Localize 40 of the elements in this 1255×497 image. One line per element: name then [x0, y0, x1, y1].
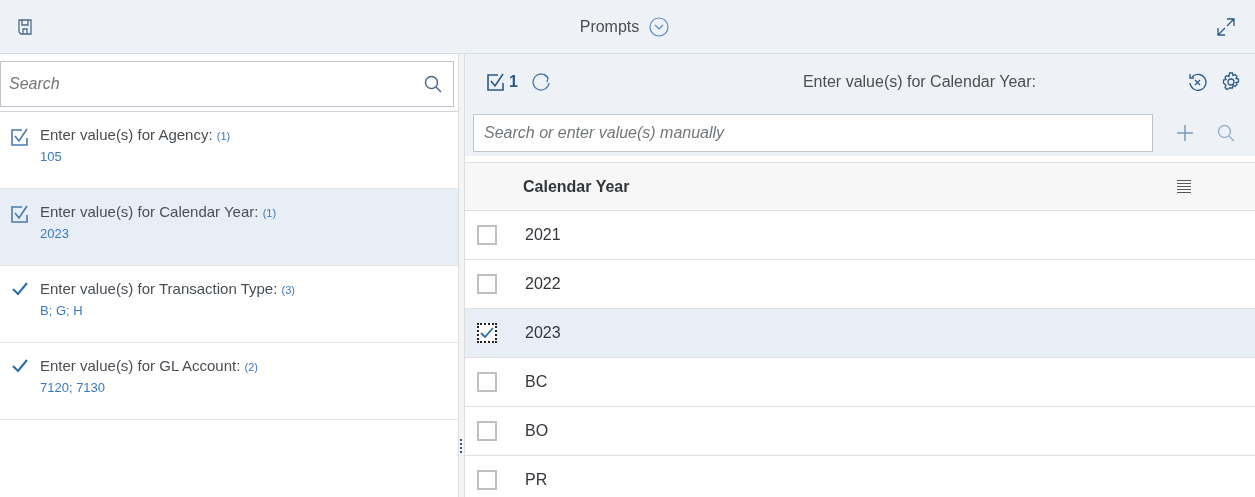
value-count: (2) [244, 361, 258, 373]
checkbox[interactable] [477, 323, 497, 343]
checkmark-icon [12, 282, 28, 296]
search-field[interactable]: Search [0, 61, 454, 107]
checkmark-icon [12, 359, 28, 373]
save-icon[interactable] [18, 18, 32, 35]
table-cell: 2022 [525, 275, 561, 293]
value-count: (1) [216, 130, 231, 142]
add-icon[interactable] [1175, 123, 1195, 143]
selected-count: 1 [509, 73, 518, 91]
prompt-label: Enter value(s) for Calendar Year: [40, 203, 259, 220]
prompt-label: Enter value(s) for GL Account: [40, 357, 241, 374]
sort-list-icon[interactable] [1177, 178, 1191, 195]
refresh-icon[interactable] [531, 72, 552, 92]
table-cell: BC [525, 373, 548, 391]
table-cell: BO [525, 422, 549, 440]
table-cell: 2023 [525, 324, 561, 342]
selected-values: 7120; 7130 [40, 380, 107, 395]
search-icon[interactable] [424, 75, 442, 93]
prompt-label: Enter value(s) for Agency: [40, 126, 213, 143]
prompt-label: Enter value(s) for Transaction Type: [40, 280, 278, 297]
chevron-down-icon[interactable] [649, 16, 670, 37]
reset-icon[interactable] [1187, 72, 1207, 92]
checkbox-tick-icon [487, 73, 505, 91]
value-search-field[interactable]: Search or enter value(s) manually [473, 114, 1153, 152]
resize-handle-icon[interactable] [460, 439, 463, 453]
prompt-title: Enter value(s) for Calendar Year: [801, 73, 1037, 91]
selected-values: 105 [40, 149, 63, 164]
selected-values: 2023 [40, 226, 70, 241]
prompt-item[interactable]: Enter value(s) for Calendar Year: (1) 2023 [0, 189, 458, 266]
checkbox-tick-icon [11, 205, 29, 223]
value-count: (3) [281, 284, 295, 296]
settings-icon[interactable] [1221, 72, 1241, 92]
fullscreen-icon[interactable] [1217, 17, 1235, 36]
selected-values: B; G; H [40, 303, 84, 318]
table-cell: 2021 [525, 226, 561, 244]
value-count: (1) [262, 207, 277, 219]
table-cell: PR [525, 471, 548, 489]
checkbox-tick-icon [11, 128, 29, 146]
panel-title: Prompts [579, 17, 640, 36]
